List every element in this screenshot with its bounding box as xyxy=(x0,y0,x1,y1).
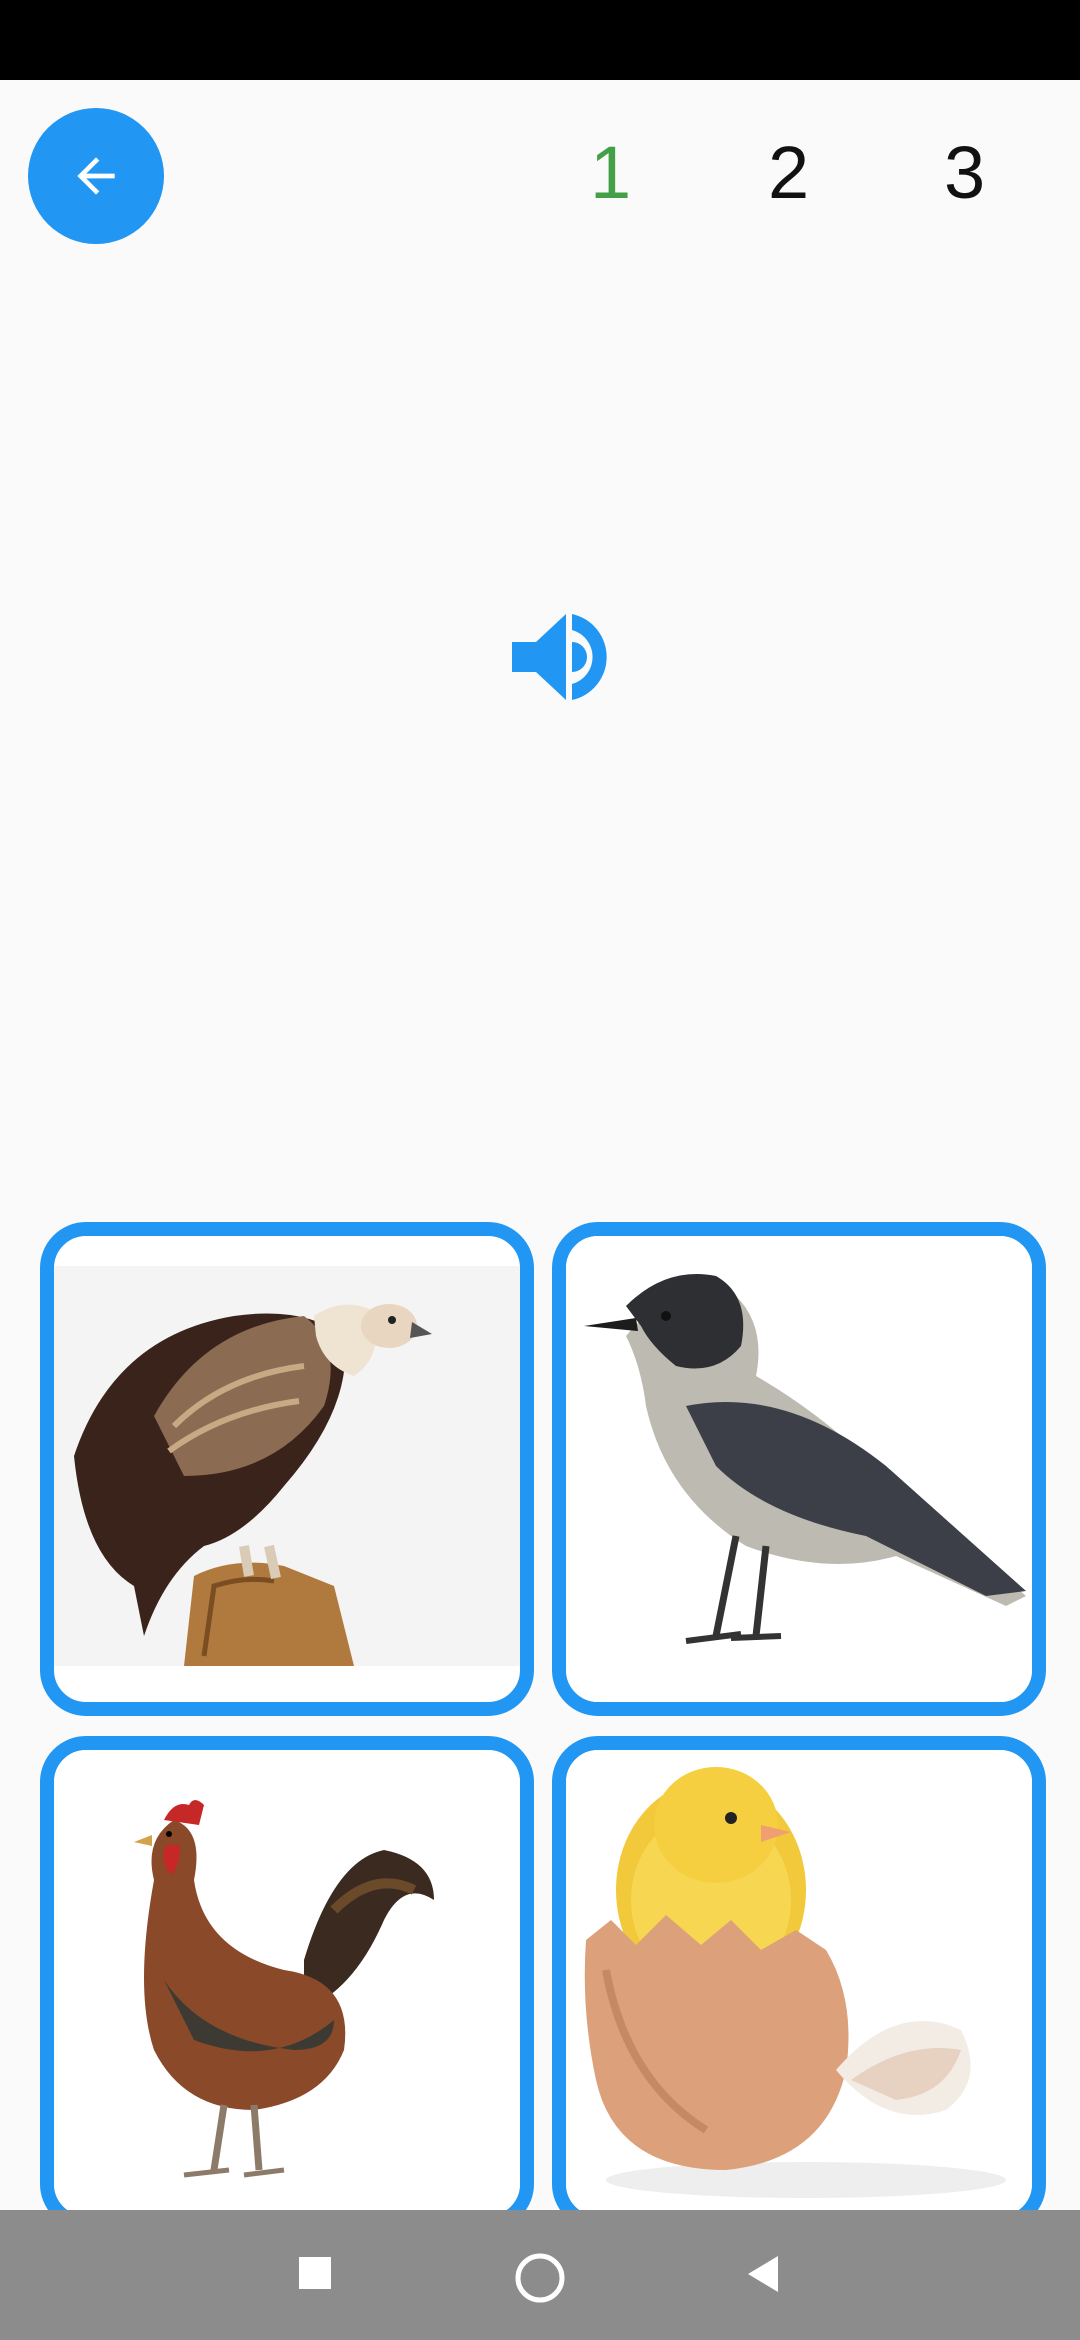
status-bar xyxy=(0,0,1080,80)
step-1[interactable]: 1 xyxy=(590,128,631,218)
square-icon[interactable] xyxy=(298,2256,332,2290)
arrow-left-icon xyxy=(77,157,115,195)
play-sound-button[interactable] xyxy=(506,602,626,712)
answer-card-3[interactable] xyxy=(40,1736,534,2230)
step-2[interactable]: 2 xyxy=(768,128,809,218)
answer-card-2[interactable] xyxy=(552,1222,1046,1716)
crow-image xyxy=(566,1236,1032,1702)
rooster-image xyxy=(54,1750,520,2216)
vulture-image xyxy=(54,1266,520,1666)
chick-in-egg-image xyxy=(566,1750,1032,2216)
circle-icon[interactable] xyxy=(514,2252,566,2304)
back-button[interactable] xyxy=(28,108,164,244)
answer-card-4[interactable] xyxy=(552,1736,1046,2230)
speaker-icon xyxy=(512,614,607,700)
answer-card-1[interactable] xyxy=(40,1222,534,1716)
system-navigation-bar xyxy=(0,2210,1080,2340)
step-3[interactable]: 3 xyxy=(944,128,985,218)
triangle-back-icon[interactable] xyxy=(744,2254,784,2294)
